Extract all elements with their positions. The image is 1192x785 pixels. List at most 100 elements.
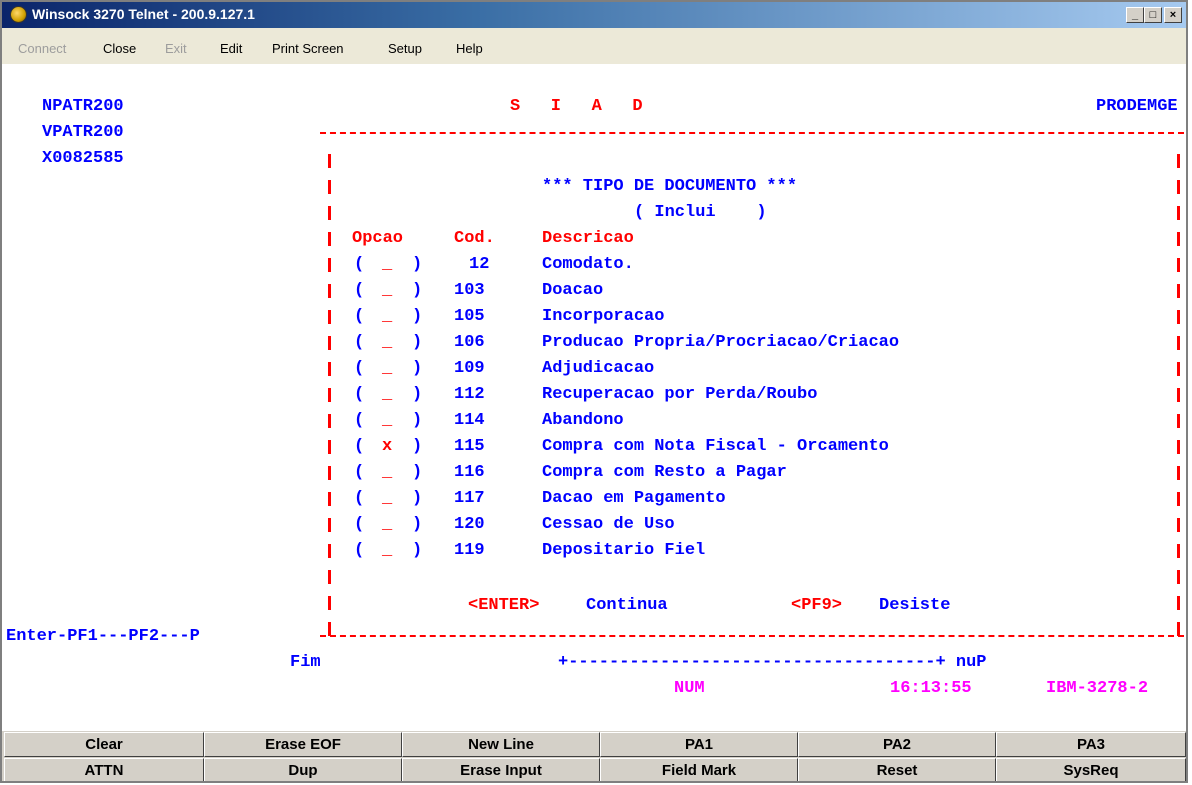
paren-close: ): [412, 333, 423, 352]
program-id: NPATR200: [42, 97, 124, 116]
scroll-indicator: +------------------------------------+ n…: [558, 653, 987, 672]
window-title: Winsock 3270 Telnet - 200.9.127.1: [32, 6, 255, 22]
row-code: 120: [454, 515, 485, 534]
paren-close: ): [412, 463, 423, 482]
option-input[interactable]: _: [382, 333, 392, 353]
option-input[interactable]: _: [382, 385, 392, 405]
paren-close: ): [412, 489, 423, 508]
paren-close: ): [412, 515, 423, 534]
col-header-descricao: Descricao: [542, 229, 634, 248]
option-input[interactable]: _: [382, 359, 392, 379]
paren-open: (: [354, 359, 365, 378]
paren-open: (: [354, 385, 365, 404]
erase-input-button[interactable]: Erase Input: [402, 758, 600, 781]
clear-button[interactable]: Clear: [4, 732, 204, 757]
menu-print-screen[interactable]: Print Screen: [272, 41, 344, 56]
app-globe-icon: [10, 6, 27, 23]
paren-open: (: [354, 541, 365, 560]
paren-close: ): [412, 255, 423, 274]
title-bar[interactable]: Winsock 3270 Telnet - 200.9.127.1 _ □ ×: [2, 2, 1186, 28]
paren-open: (: [354, 307, 365, 326]
paren-open: (: [354, 463, 365, 482]
paren-open: (: [354, 333, 365, 352]
field-mark-button[interactable]: Field Mark: [600, 758, 798, 781]
terminal-window: Winsock 3270 Telnet - 200.9.127.1 _ □ × …: [0, 0, 1188, 783]
status-terminal: IBM-3278-2: [1046, 679, 1149, 698]
paren-open: (: [354, 489, 365, 508]
row-description: Abandono: [542, 411, 624, 430]
org-name: PRODEMGE: [1096, 97, 1178, 116]
row-code: 117: [454, 489, 485, 508]
attn-button[interactable]: ATTN: [4, 758, 204, 781]
row-code: 116: [454, 463, 485, 482]
option-input[interactable]: _: [382, 307, 392, 327]
paren-open: (: [354, 255, 365, 274]
status-time: 16:13:55: [890, 679, 972, 698]
option-input[interactable]: _: [382, 515, 392, 535]
option-input[interactable]: x: [382, 437, 392, 457]
minimize-icon[interactable]: _: [1126, 7, 1144, 23]
menu-setup[interactable]: Setup: [388, 41, 422, 56]
pa1-button[interactable]: PA1: [600, 732, 798, 757]
row-code: 109: [454, 359, 485, 378]
paren-close: ): [412, 541, 423, 560]
option-input[interactable]: _: [382, 541, 392, 561]
paren-close: ): [412, 281, 423, 300]
option-input[interactable]: _: [382, 411, 392, 431]
paren-close: ): [412, 411, 423, 430]
option-input[interactable]: _: [382, 255, 392, 275]
status-num: NUM: [674, 679, 705, 698]
pf9-key-hint: <PF9>: [791, 596, 843, 615]
maximize-icon[interactable]: □: [1144, 7, 1162, 23]
menu-bar: Connect Close Exit Edit Print Screen Set…: [2, 28, 1186, 65]
enter-key-hint: <ENTER>: [468, 596, 540, 615]
paren-open: (: [354, 437, 365, 456]
screen-heading: *** TIPO DE DOCUMENTO ***: [542, 177, 798, 196]
row-code: 105: [454, 307, 485, 326]
enter-key-label: Continua: [586, 596, 668, 615]
new-line-button[interactable]: New Line: [402, 732, 600, 757]
paren-open: (: [354, 281, 365, 300]
paren-close: ): [412, 359, 423, 378]
sysreq-button[interactable]: SysReq: [996, 758, 1186, 781]
pa2-button[interactable]: PA2: [798, 732, 996, 757]
row-description: Compra com Resto a Pagar: [542, 463, 787, 482]
box-bottom-border: [320, 635, 1184, 637]
box-top-border: [320, 132, 1184, 134]
function-keys: Clear Erase EOF New Line PA1 PA2 PA3 ATT…: [2, 731, 1186, 781]
row-code: 112: [454, 385, 485, 404]
option-input[interactable]: _: [382, 281, 392, 301]
row-code: 103: [454, 281, 485, 300]
col-header-cod: Cod.: [454, 229, 495, 248]
reset-button[interactable]: Reset: [798, 758, 996, 781]
pa3-button[interactable]: PA3: [996, 732, 1186, 757]
row-description: Depositario Fiel: [542, 541, 706, 560]
option-input[interactable]: _: [382, 463, 392, 483]
system-name: S I A D: [510, 97, 643, 116]
paren-close: ): [412, 307, 423, 326]
pf9-key-label: Desiste: [879, 596, 951, 615]
user-id: X0082585: [42, 149, 124, 168]
row-code: 115: [454, 437, 485, 456]
option-input[interactable]: _: [382, 489, 392, 509]
menu-help[interactable]: Help: [456, 41, 483, 56]
row-description: Compra com Nota Fiscal - Orcamento: [542, 437, 889, 456]
erase-eof-button[interactable]: Erase EOF: [204, 732, 402, 757]
terminal-screen[interactable]: NPATR200 VPATR200 X0082585 S I A D PRODE…: [2, 64, 1186, 731]
paren-close: ): [412, 385, 423, 404]
row-description: Dacao em Pagamento: [542, 489, 726, 508]
menu-connect: Connect: [18, 41, 67, 56]
menu-exit: Exit: [165, 41, 187, 56]
row-code: 12: [469, 255, 490, 274]
menu-edit[interactable]: Edit: [220, 41, 242, 56]
fim-label: Fim: [290, 653, 321, 672]
row-description: Incorporacao: [542, 307, 665, 326]
dup-button[interactable]: Dup: [204, 758, 402, 781]
row-description: Cessao de Uso: [542, 515, 675, 534]
row-code: 106: [454, 333, 485, 352]
paren-open: (: [354, 411, 365, 430]
row-code: 119: [454, 541, 485, 560]
close-icon[interactable]: ×: [1164, 7, 1182, 23]
menu-close[interactable]: Close: [103, 41, 136, 56]
col-header-opcao: Opcao: [352, 229, 404, 248]
